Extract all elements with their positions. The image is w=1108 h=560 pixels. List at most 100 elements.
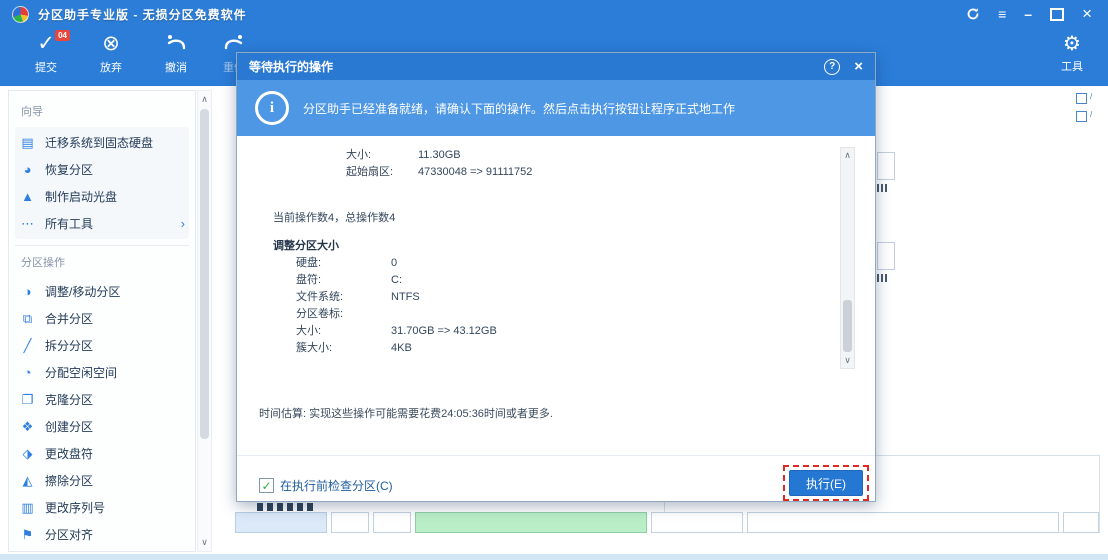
window-frame-bottom [0, 554, 1108, 560]
diskmap-view-controls: / / [1076, 92, 1092, 128]
sidebar-item-wipe[interactable]: ◭ 擦除分区 [19, 467, 185, 494]
partition-segment[interactable] [373, 512, 411, 533]
submit-button[interactable]: ✓ 04 提交 [14, 30, 78, 75]
filesystem-label: 文件系统: [296, 291, 344, 303]
volume-label-label: 分区卷标: [296, 308, 344, 320]
scrollbar-thumb[interactable] [200, 109, 209, 439]
size-label: 大小: [346, 149, 372, 161]
create-icon: ❖ [21, 418, 34, 434]
scrollbar-thumb[interactable] [843, 300, 852, 352]
sidebar-section-wizard-title: 向导 [21, 106, 43, 118]
sidebar-item-alignment[interactable]: ⚑ 分区对齐 [19, 521, 185, 548]
partition-segment[interactable] [747, 512, 1059, 533]
discard-button[interactable]: ⊗ 放弃 [79, 31, 143, 75]
sidebar-item-change-letter[interactable]: ⬗ 更改盘符 [19, 440, 185, 467]
bootdisc-icon: ▲ [21, 189, 34, 204]
tools-button[interactable]: ⚙ 工具 [1044, 32, 1100, 74]
operations-detail-pane: 大小: 11.30GB 起始扇区: 47330048 => 91111752 当… [259, 147, 819, 357]
dialog-title: 等待执行的操作 [249, 60, 334, 74]
circle-x-icon: ⊗ [102, 32, 120, 55]
cluster-size-value: 4KB [391, 342, 412, 354]
scroll-up-icon[interactable]: ∧ [841, 150, 854, 161]
help-icon[interactable]: ? [824, 58, 841, 75]
maximize-icon [1050, 7, 1065, 21]
sidebar-item-create[interactable]: ❖ 创建分区 [19, 413, 185, 440]
flag-icon: ⚑ [21, 526, 34, 542]
sidebar-item-split[interactable]: ╱ 拆分分区 [19, 332, 185, 359]
pending-count-badge: 04 [55, 30, 70, 41]
sidebar-item-properties[interactable]: ◍ 属性 [19, 548, 185, 551]
tick-mark: / [1090, 110, 1093, 119]
partition-segment[interactable] [331, 512, 369, 533]
partition-box-partial[interactable] [877, 152, 895, 180]
scroll-down-icon[interactable]: ∨ [841, 355, 854, 366]
ellipsis-icon: ⋯ [21, 215, 34, 231]
size-change-label: 大小: [296, 325, 322, 337]
app-window: 分区助手专业版 - 无损分区免费软件 ≡ – × ✓ 04 提交 ⊗ 放弃 撤消 [0, 0, 1108, 560]
partition-mini-icon [877, 274, 888, 282]
scroll-down-icon[interactable]: ∨ [198, 537, 211, 548]
start-sector-label: 起始扇区: [346, 166, 394, 178]
check-partition-checkbox[interactable]: ✓ 在执行前检查分区(C) [259, 477, 393, 494]
sidebar-item-clone[interactable]: ❐ 克隆分区 [19, 386, 185, 413]
disk-map-row [235, 503, 1099, 533]
maximize-button[interactable] [1050, 7, 1065, 21]
drive-letter-label: 盘符: [296, 274, 322, 286]
partition-segment[interactable] [651, 512, 743, 533]
wipe-icon: ◭ [22, 472, 33, 488]
sidebar: 向导 ▤ 迁移系统到固态硬盘 ◕ 恢复分区 ▲ 制作启动光盘 ⋯ 所有工具 › … [8, 90, 196, 552]
titlebar: 分区助手专业版 - 无损分区免费软件 ≡ – × [0, 0, 1108, 28]
sidebar-item-recover-partition[interactable]: ◕ 恢复分区 [19, 156, 185, 183]
sidebar-item-migrate-os[interactable]: ▤ 迁移系统到固态硬盘 [19, 129, 185, 156]
sidebar-divider [15, 245, 189, 246]
checkbox-checked-icon[interactable]: ✓ [259, 478, 274, 493]
menu-icon[interactable]: ≡ [998, 7, 1006, 21]
dialog-titlebar: 等待执行的操作 ? × [237, 53, 875, 80]
sidebar-item-all-tools[interactable]: ⋯ 所有工具 › [19, 210, 185, 237]
chevron-right-icon: › [180, 216, 185, 231]
filesystem-value: NTFS [391, 291, 420, 303]
sidebar-item-merge[interactable]: ⧉ 合并分区 [19, 305, 185, 332]
execute-button[interactable]: 执行(E) [789, 470, 863, 496]
partition-segment[interactable] [1063, 512, 1099, 533]
drive-letter-value: C: [391, 274, 402, 286]
tick-mark: / [1090, 92, 1093, 101]
dialog-scrollbar[interactable]: ∧ ∨ [840, 147, 855, 369]
start-sector-value: 47330048 => 91111752 [418, 166, 533, 178]
resize-icon: ◑ [23, 284, 32, 299]
sidebar-item-change-serial[interactable]: ▥ 更改序列号 [19, 494, 185, 521]
dialog-close-button[interactable]: × [854, 59, 863, 74]
sidebar-item-bootable-media[interactable]: ▲ 制作启动光盘 [19, 183, 185, 210]
window-title: 分区助手专业版 - 无损分区免费软件 [38, 7, 247, 22]
resize-section-title: 调整分区大小 [273, 240, 339, 252]
annotation-red-dashed-frame: 执行(E) [783, 465, 869, 501]
sidebar-item-allocate-free-space[interactable]: ◔ 分配空闲空间 [19, 359, 185, 386]
split-icon: ╱ [23, 337, 32, 353]
close-button[interactable]: × [1082, 5, 1092, 22]
refresh-icon[interactable] [966, 7, 980, 21]
merge-icon: ⧉ [22, 310, 33, 326]
sidebar-item-resize-move[interactable]: ◑ 调整/移动分区 [19, 278, 185, 305]
partition-box-partial[interactable] [877, 242, 895, 270]
copy-icon: ❐ [21, 391, 34, 407]
sidebar-scrollbar[interactable]: ∧ ∨ [197, 90, 212, 552]
disk-value: 0 [391, 257, 398, 269]
scroll-up-icon[interactable]: ∧ [198, 94, 211, 105]
pie-icon: ◔ [23, 365, 32, 380]
undo-arrow-icon [144, 31, 208, 57]
recover-icon: ◕ [23, 162, 32, 177]
window-controls: ≡ – × [966, 5, 1108, 22]
sidebar-section-ops-title: 分区操作 [21, 257, 65, 269]
disk-info-cell[interactable] [235, 512, 327, 533]
view-toggle-icon[interactable] [1076, 93, 1087, 104]
partition-segment-green[interactable] [415, 512, 647, 533]
view-toggle-icon[interactable] [1076, 111, 1087, 122]
wrench-icon: ⚙ [1063, 33, 1081, 55]
dialog-divider [237, 455, 875, 456]
app-logo-icon [12, 5, 29, 23]
partition-segments [235, 512, 1099, 533]
undo-button[interactable]: 撤消 [144, 31, 208, 75]
minimize-button[interactable]: – [1024, 7, 1032, 21]
cluster-size-label: 簇大小: [296, 342, 333, 354]
size-value: 11.30GB [418, 149, 461, 161]
